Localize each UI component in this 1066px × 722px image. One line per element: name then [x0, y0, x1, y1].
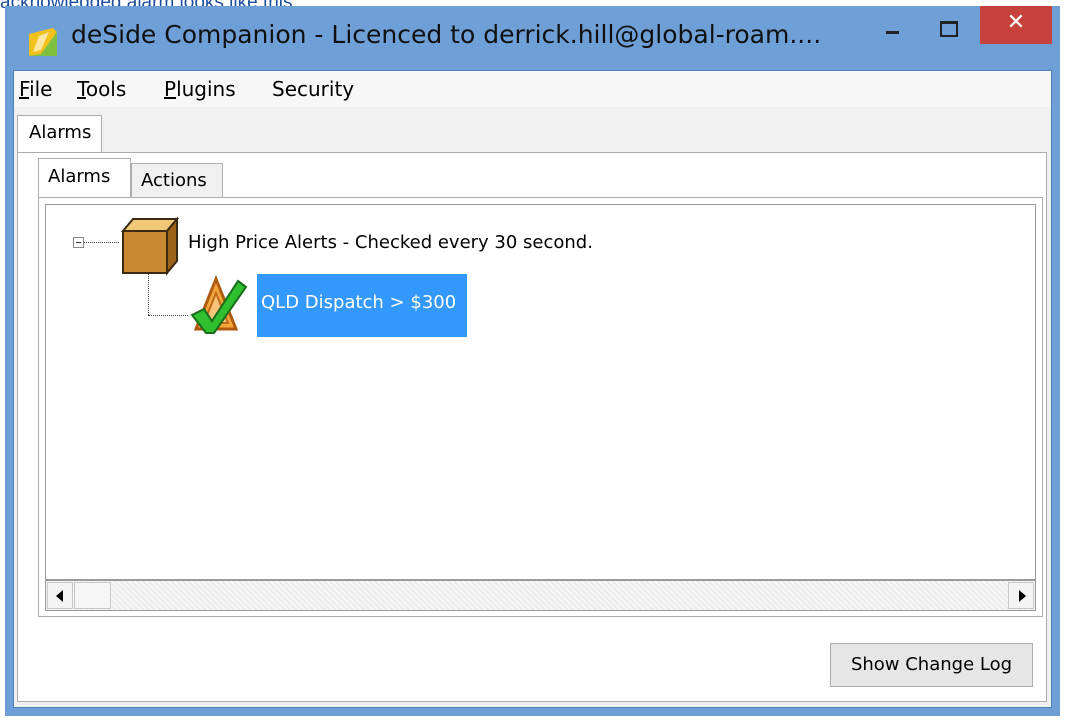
maximize-button[interactable]	[925, 6, 971, 44]
tree-alarm-item[interactable]: QLD Dispatch > $300	[257, 274, 467, 337]
alarm-tree[interactable]: High Price Alerts - Checked every 30 sec…	[45, 204, 1036, 580]
tree-group-label[interactable]: High Price Alerts - Checked every 30 sec…	[188, 232, 593, 253]
tree-connector	[148, 315, 188, 316]
client-area: File Tools Plugins Security Alarms Alarm…	[13, 70, 1052, 708]
scroll-left-button[interactable]	[47, 582, 73, 609]
tab-alarms[interactable]: Alarms	[38, 158, 131, 199]
acknowledged-alarm-icon	[190, 275, 248, 334]
scroll-right-button[interactable]	[1008, 582, 1034, 609]
menu-file[interactable]: File	[19, 77, 52, 101]
menu-tools-label: ools	[85, 77, 127, 101]
horizontal-scrollbar[interactable]	[45, 580, 1036, 611]
window-title: deSide Companion - Licenced to derrick.h…	[71, 20, 822, 49]
box-folder-icon	[120, 216, 180, 276]
tab-actions[interactable]: Actions	[131, 163, 223, 198]
app-window: deSide Companion - Licenced to derrick.h…	[5, 6, 1060, 716]
minimize-button[interactable]	[869, 6, 915, 44]
show-change-log-button[interactable]: Show Change Log	[830, 643, 1033, 687]
close-icon: ✕	[1006, 10, 1026, 35]
arrow-left-icon	[56, 590, 63, 602]
collapse-toggle-icon[interactable]	[73, 237, 84, 248]
alarms-tab-panel: High Price Alerts - Checked every 30 sec…	[38, 197, 1043, 617]
arrow-right-icon	[1019, 590, 1026, 602]
scroll-thumb[interactable]	[74, 582, 111, 609]
menu-security[interactable]: Security	[272, 77, 354, 101]
outer-tab-panel: Alarms Actions High Price Alerts - Check…	[17, 152, 1047, 702]
menu-file-accel: F	[19, 77, 30, 101]
menu-plugins-accel: P	[164, 77, 177, 101]
tree-connector	[84, 242, 119, 243]
menu-bar: File Tools Plugins Security	[14, 71, 1051, 107]
menu-file-label: ile	[29, 77, 53, 101]
menu-plugins[interactable]: Plugins	[164, 77, 236, 101]
close-button[interactable]: ✕	[980, 6, 1052, 44]
app-logo-icon	[29, 28, 57, 56]
tab-alarms-outer[interactable]: Alarms	[17, 115, 102, 153]
menu-tools-accel: T	[77, 77, 86, 101]
menu-plugins-label: lugins	[176, 77, 236, 101]
menu-tools[interactable]: Tools	[77, 77, 126, 101]
title-bar[interactable]: deSide Companion - Licenced to derrick.h…	[5, 6, 1060, 70]
